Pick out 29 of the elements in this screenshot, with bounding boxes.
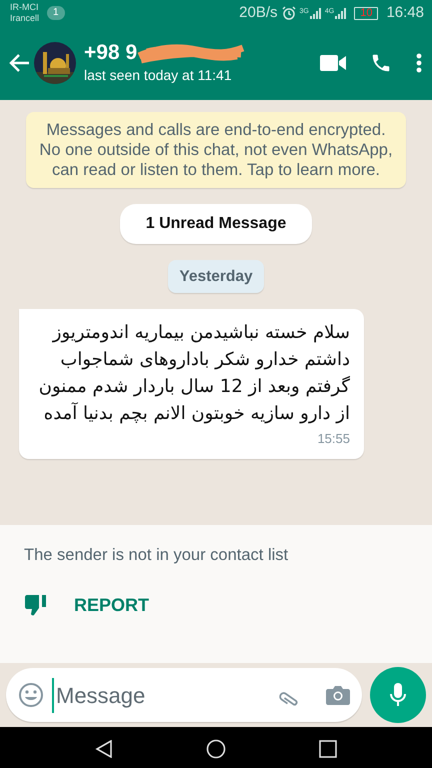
- report-button[interactable]: REPORT: [74, 592, 150, 619]
- battery-level: 10: [354, 6, 378, 20]
- sim-badge: 1: [47, 6, 65, 20]
- avatar[interactable]: [34, 42, 76, 84]
- encryption-notice: Messages and calls are end-to-end encrypted. No one outside of this chat, not even WhatsApp, can read or listen to them. Tap to learn more.: [26, 112, 406, 188]
- emoji-icon[interactable]: [18, 682, 44, 708]
- unread-divider: 1 Unread Message: [120, 204, 312, 244]
- carrier-name: IR-MCI: [10, 2, 40, 13]
- more-options-icon[interactable]: [416, 53, 422, 73]
- back-nav-icon[interactable]: [94, 740, 113, 758]
- signal-icon: [334, 7, 346, 19]
- alarm-icon: [282, 6, 296, 20]
- message-composer[interactable]: Message: [6, 668, 362, 722]
- back-icon[interactable]: [8, 53, 30, 73]
- signal-icon: [308, 7, 321, 19]
- clock: 16:48: [386, 2, 424, 23]
- microphone-icon: [390, 683, 406, 707]
- message-text: سلام خسته نباشیدمن بیماریه اندومتریوز داشتم خدارو شکر باداروهای شماجواب گرفتم وبعد از 12 سال باردار شدم ممنون از دارو سازیه خوبتون الانم بچم بدنیا آمده: [38, 321, 350, 426]
- last-seen-status: last seen today at 11:41: [84, 66, 233, 85]
- home-nav-icon[interactable]: [206, 739, 226, 759]
- video-call-icon[interactable]: [320, 54, 346, 72]
- camera-icon[interactable]: [326, 685, 350, 705]
- message-time: 15:55: [317, 431, 350, 446]
- phone-icon[interactable]: [370, 52, 392, 74]
- unknown-sender-notice: The sender is not in your contact list: [24, 545, 290, 566]
- contact-name: +98 9: [84, 40, 138, 64]
- network-speed: 20B/s: [239, 2, 278, 23]
- recents-nav-icon[interactable]: [319, 740, 338, 758]
- carrier-name: Irancell: [10, 13, 40, 24]
